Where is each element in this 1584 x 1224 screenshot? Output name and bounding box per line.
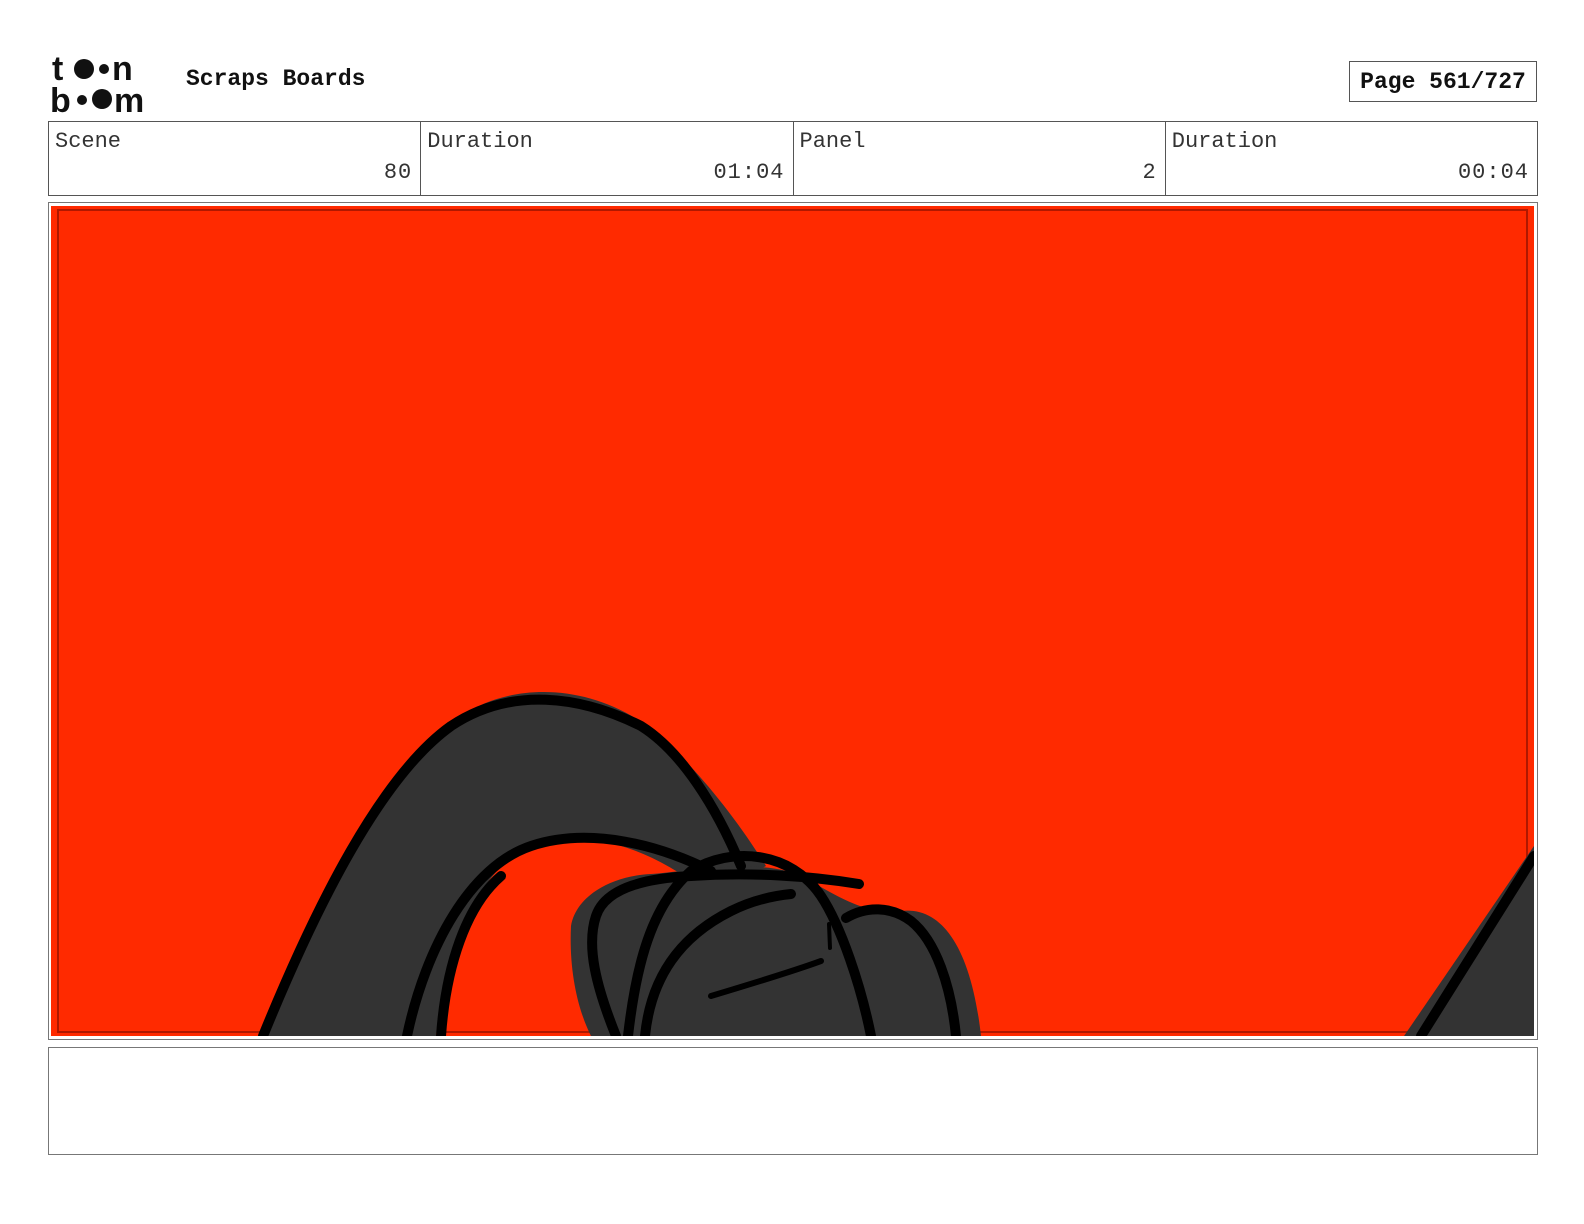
panel-duration-label: Duration [1171,129,1278,154]
logo-letter-m: m [114,82,144,114]
scene-duration-label: Duration [427,129,533,154]
scene-duration-value: 01:04 [713,160,785,185]
panel-duration-value: 00:04 [1457,160,1529,185]
toonboom-logo: t n b m [50,50,144,114]
scene-duration-cell: Duration 01:04 [421,122,794,195]
panel-cell: Panel 2 [794,122,1166,195]
panel-duration-cell: Duration 00:04 [1166,122,1537,195]
panel-value: 2 [1142,160,1157,185]
logo-dot-small-1 [99,64,109,74]
logo-dot-small-2 [77,95,87,105]
panel-notes-box [48,1047,1538,1155]
page-indicator: Page 561/727 [1349,61,1537,102]
logo-dot-large-2 [92,89,112,109]
storyboard-panel-image [51,206,1534,1036]
scene-value: 80 [383,160,413,185]
logo-dot-large-1 [74,59,94,79]
logo-letter-b: b [50,82,71,114]
scene-info-row: Scene 80 Duration 01:04 Panel 2 Duration… [48,121,1538,196]
scene-label: Scene [55,129,122,154]
project-title: Scraps Boards [186,66,366,92]
panel-label: Panel [799,129,866,154]
scene-cell: Scene 80 [49,122,422,195]
